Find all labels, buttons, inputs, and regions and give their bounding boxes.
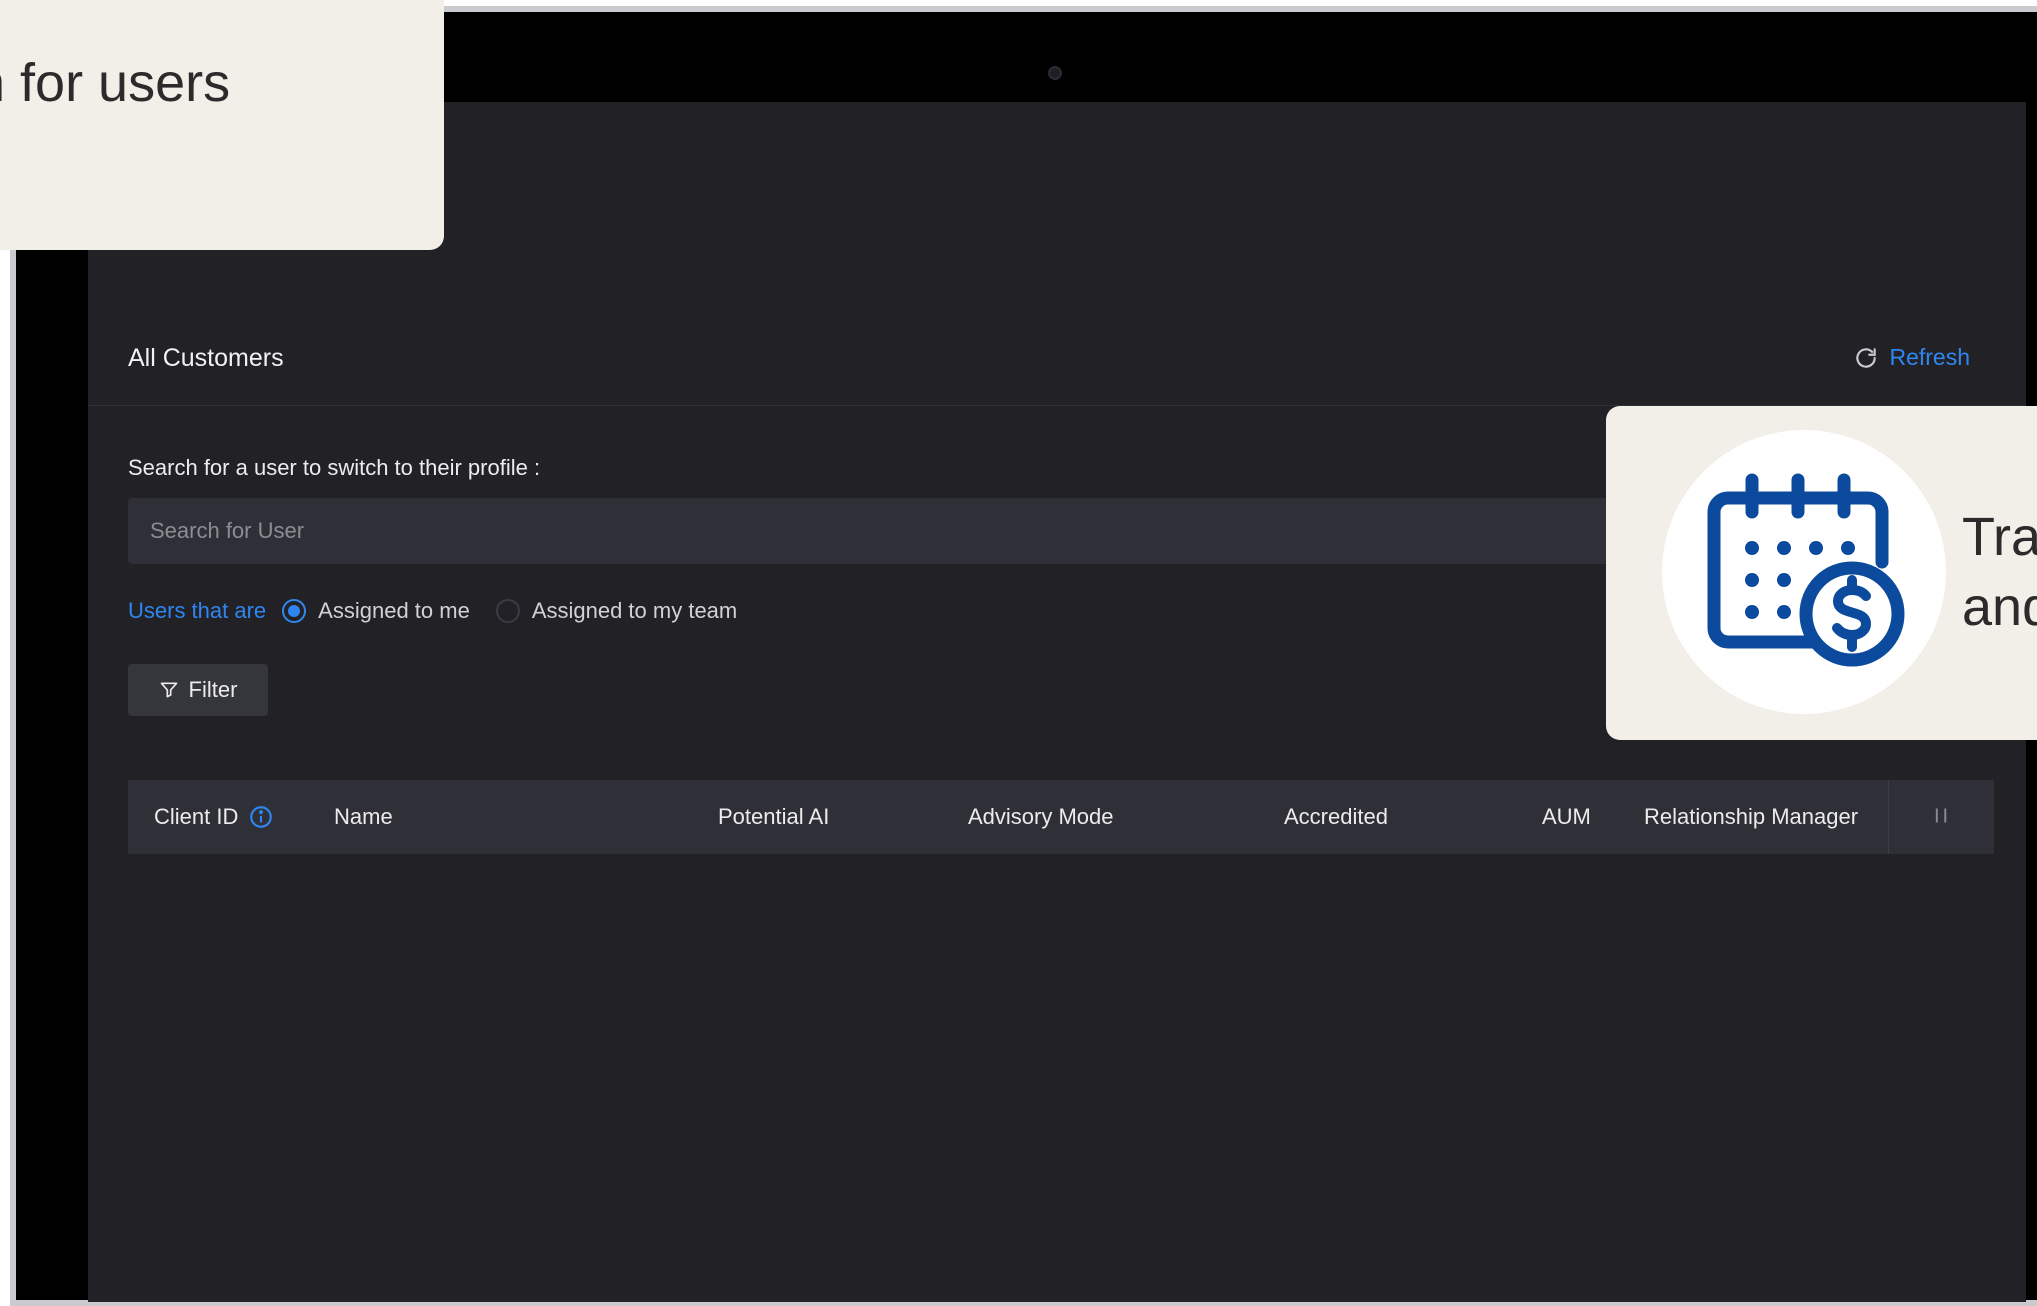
search-label: Search for a user to switch to their pro… bbox=[128, 455, 541, 480]
radio-unchecked-icon[interactable] bbox=[495, 599, 520, 623]
column-header-advisory-mode[interactable]: Advisory Mode bbox=[968, 804, 1114, 830]
column-header-name[interactable]: Name bbox=[334, 804, 393, 830]
column-label: Client ID bbox=[154, 804, 239, 829]
page-title: All Customers bbox=[128, 344, 284, 372]
column-header-potential-ai[interactable]: Potential AI bbox=[718, 804, 829, 830]
radio-label: Assigned to me bbox=[318, 598, 470, 623]
calendar-dollar-icon bbox=[1707, 473, 1905, 667]
column-header-accredited[interactable]: Accredited bbox=[1284, 804, 1388, 830]
info-icon[interactable] bbox=[248, 804, 274, 830]
radio-assigned-to-me[interactable]: Assigned to me bbox=[282, 598, 470, 624]
callout-right-text: Tra and bbox=[1962, 502, 2037, 642]
funnel-icon bbox=[160, 682, 177, 698]
radio-label: Assigned to my team bbox=[531, 598, 738, 623]
callout-right-line-1: Tra bbox=[1962, 507, 2037, 567]
callout-icon-circle bbox=[1662, 430, 1946, 714]
radio-assigned-to-my-team[interactable]: Assigned to my team bbox=[495, 598, 738, 624]
column-header-client-id[interactable]: Client ID bbox=[154, 804, 274, 830]
refresh-label: Refresh bbox=[1889, 344, 1970, 370]
table-header: Client ID Name Potential AI Advisory Mod… bbox=[128, 780, 1994, 854]
camera-dot bbox=[1048, 66, 1062, 80]
filter-label: Filter bbox=[188, 677, 238, 702]
callout-right-line-2: and bbox=[1962, 577, 2037, 637]
column-resize-handle[interactable]: II bbox=[1934, 806, 1951, 829]
callout-left-text: ch for users bbox=[0, 53, 231, 113]
feature-callout-right: Tra and bbox=[1606, 406, 2037, 740]
column-header-aum[interactable]: AUM bbox=[1542, 804, 1591, 830]
column-header-relationship-manager[interactable]: Relationship Manager bbox=[1644, 804, 1858, 830]
assignment-prefix: Users that are bbox=[128, 598, 267, 623]
assignment-filter-row: Users that are Assigned to me Assigned t… bbox=[128, 598, 763, 624]
filter-button[interactable]: Filter bbox=[128, 664, 268, 716]
refresh-icon bbox=[1856, 347, 1877, 368]
column-divider bbox=[1888, 780, 1889, 854]
radio-checked-icon[interactable] bbox=[282, 599, 307, 623]
refresh-button[interactable]: Refresh bbox=[1853, 344, 1970, 371]
feature-callout-left: ch for users bbox=[0, 0, 444, 250]
